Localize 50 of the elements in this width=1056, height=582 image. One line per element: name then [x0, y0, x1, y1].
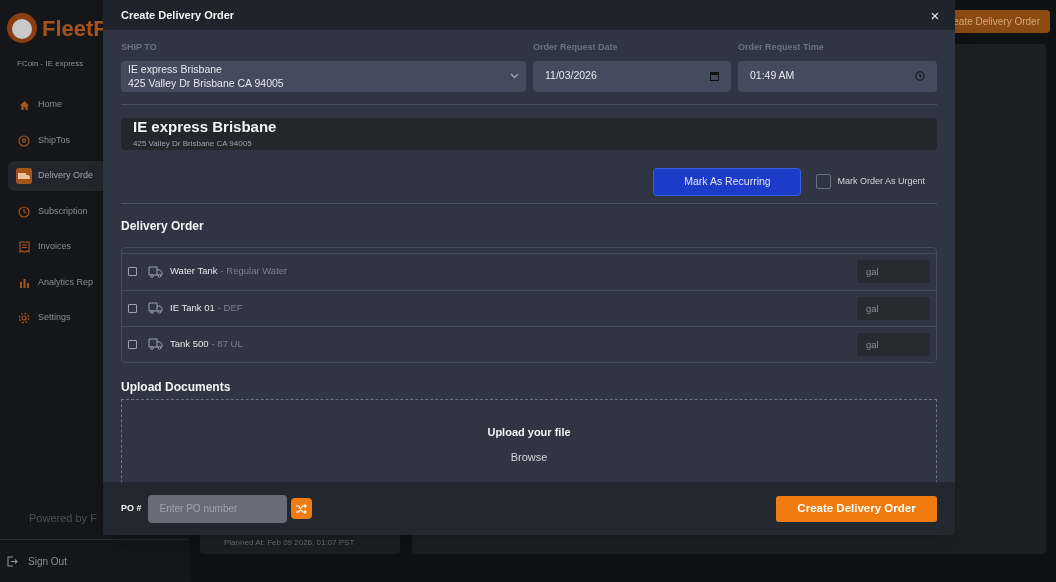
logo-icon: [6, 12, 38, 44]
browse-link[interactable]: Browse: [510, 449, 548, 466]
tank-name: Tank 500: [170, 336, 209, 351]
receipt-icon: [18, 241, 30, 253]
sidebar-item[interactable]: Invoices: [8, 232, 190, 262]
mark-as-recurring-button[interactable]: Mark As Recurring: [653, 167, 802, 196]
bar-chart-icon: [18, 277, 30, 288]
field-label: Order Request Date: [533, 41, 618, 54]
ship-to-address: 425 Valley Dr Brisbane CA 94005: [128, 76, 284, 90]
location-pin-icon: [18, 134, 30, 147]
tank-fuel: - DEF: [217, 300, 243, 315]
time-field[interactable]: 01:49 AM: [738, 60, 937, 92]
upload-prompt: Upload your file: [487, 424, 571, 440]
quantity-field[interactable]: gal: [857, 260, 930, 283]
checkbox[interactable]: [128, 267, 137, 276]
sidebar-item[interactable]: Home: [8, 90, 190, 120]
section-title: Delivery Order: [121, 217, 204, 235]
field-label: Order Request Time: [738, 41, 824, 54]
tank-name: Water Tank: [170, 264, 218, 279]
tank-fuel: - Regular Water: [220, 264, 288, 279]
sign-out-link[interactable]: Sign Out: [28, 553, 67, 569]
home-icon: [18, 99, 30, 111]
shuffle-icon: [295, 503, 307, 514]
clock-icon: [18, 205, 30, 218]
section-title: Upload Documents: [121, 378, 231, 396]
account-name: FCoin - IE express: [16, 58, 84, 70]
powered-by-text: Powered by F: [28, 510, 97, 526]
date-field[interactable]: 11/03/2026: [533, 60, 731, 92]
tank-name: IE Tank 01: [170, 300, 215, 315]
close-button[interactable]: ×: [929, 7, 941, 23]
tank-fuel: - 87 UL: [211, 336, 243, 351]
settings-icon: [18, 312, 30, 324]
shuffle-button[interactable]: [290, 498, 312, 519]
clock-icon: [915, 71, 925, 81]
ship-to-select[interactable]: IE express Brisbane 425 Valley Dr Brisbane CA 94005: [121, 60, 526, 92]
field-label: SHIP TO: [121, 41, 157, 54]
sign-out-icon: [7, 555, 18, 567]
ship-to-address: 425 Valley Dr Brisbane CA 94005: [133, 137, 252, 150]
quantity-field[interactable]: gal: [857, 296, 930, 320]
checkbox[interactable]: [128, 303, 137, 313]
urgent-label: Mark Order As Urgent: [837, 174, 925, 188]
chevron-down-icon: [510, 73, 519, 79]
urgent-checkbox[interactable]: [816, 174, 832, 189]
quantity-field[interactable]: gal: [857, 332, 930, 356]
po-label: PO #: [121, 501, 142, 515]
checkbox[interactable]: [128, 339, 137, 349]
ship-to-name: IE express Brisbane: [133, 117, 277, 135]
calendar-icon: [710, 71, 719, 81]
ship-to-name: IE express Brisbane: [128, 62, 222, 76]
modal-title: Create Delivery Order: [121, 7, 235, 23]
